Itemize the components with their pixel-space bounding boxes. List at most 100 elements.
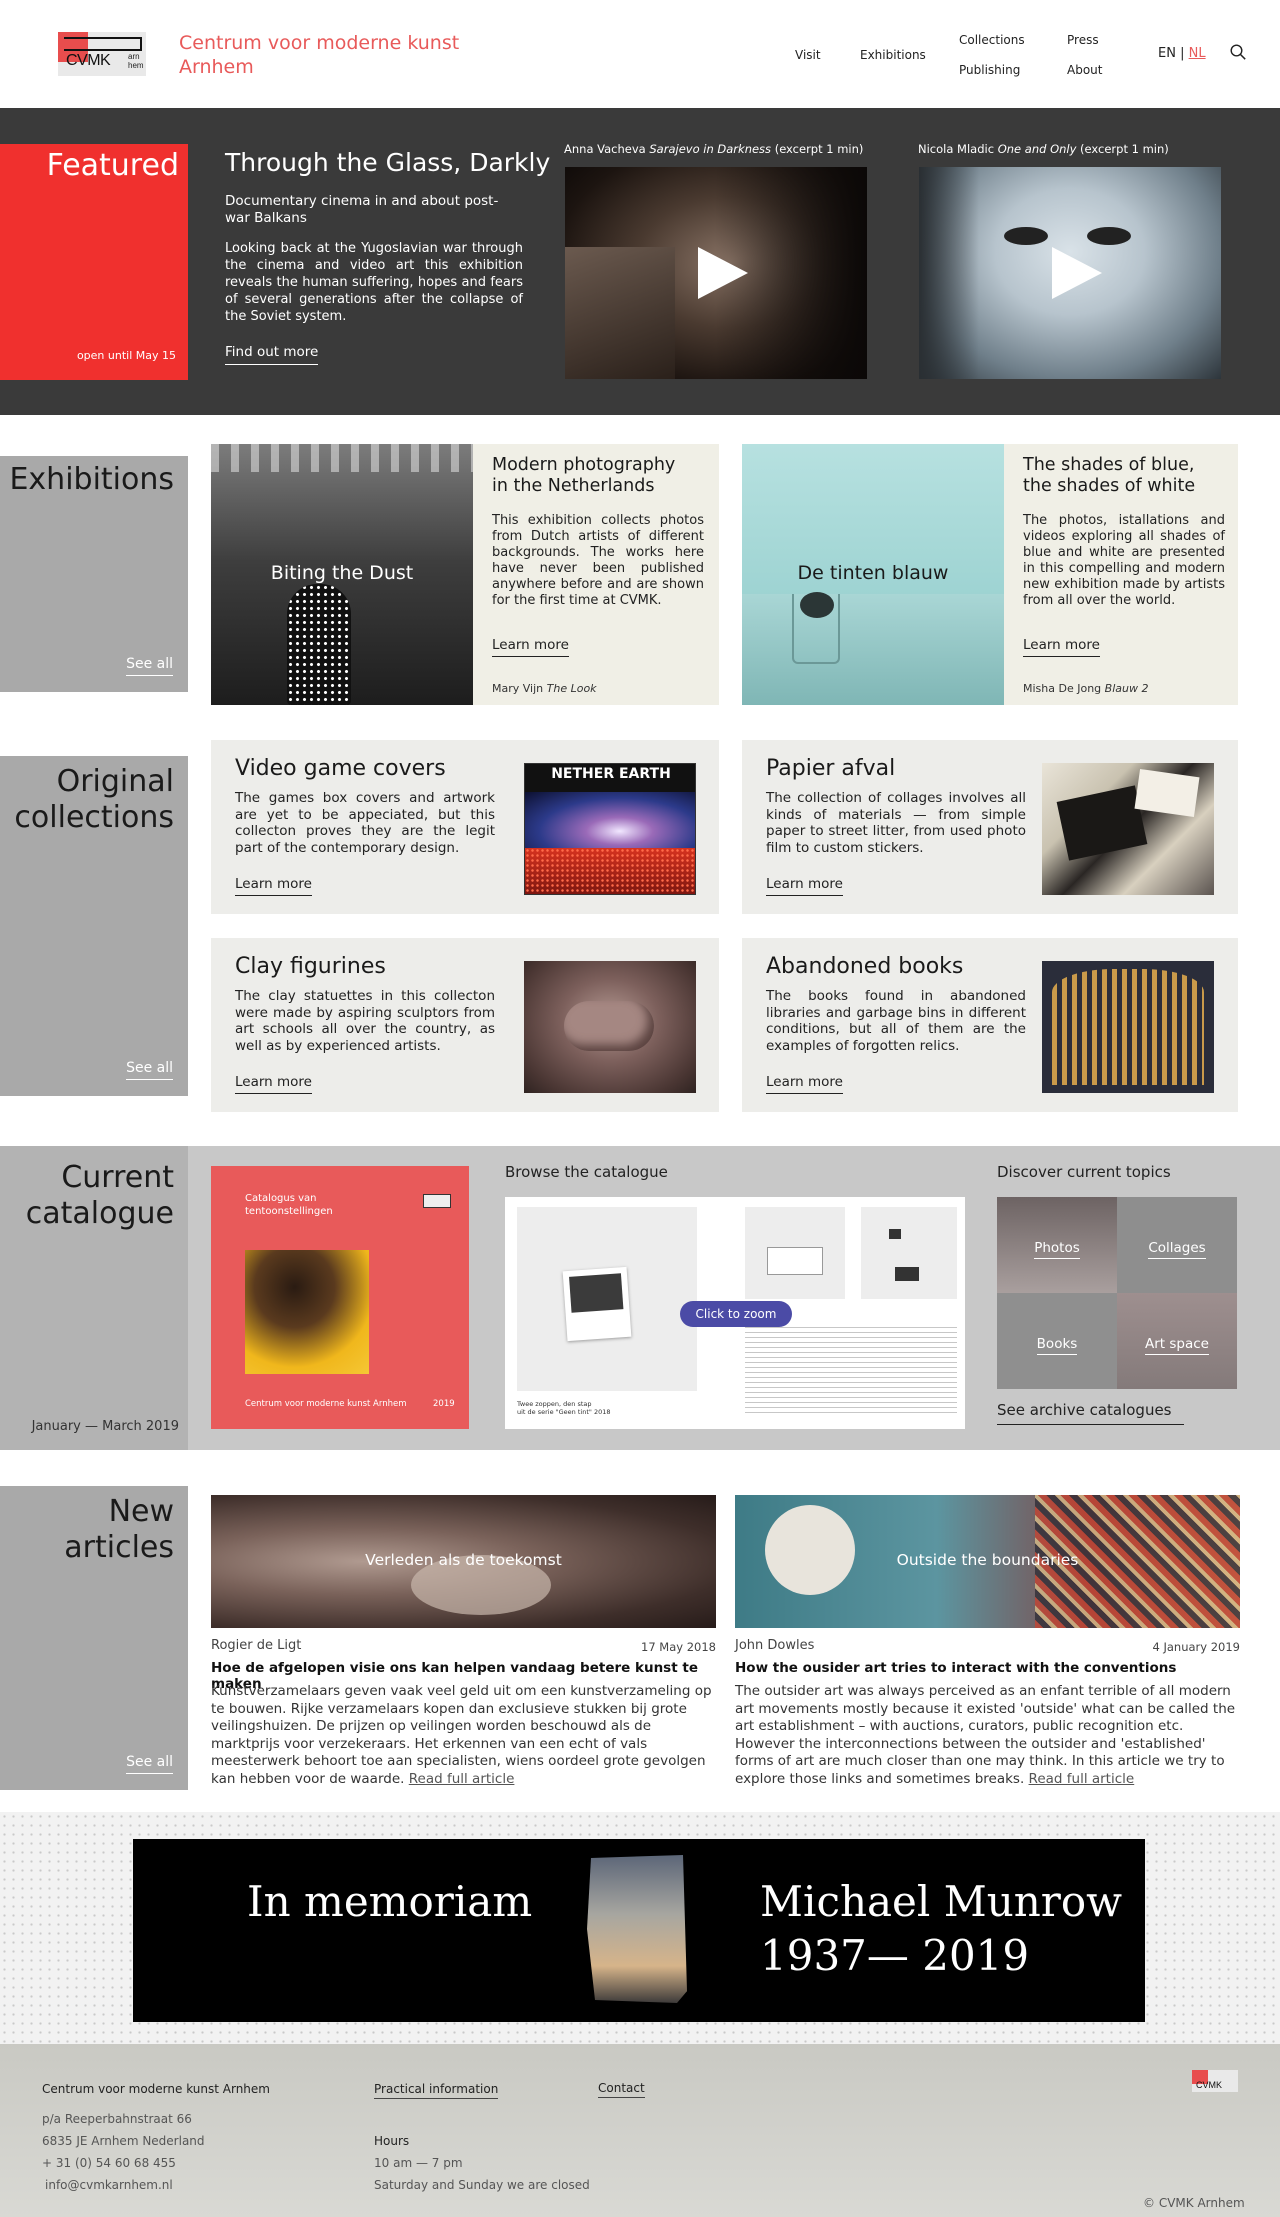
exhibition-image[interactable]: De tinten blauw xyxy=(742,444,1004,705)
collection-image[interactable]: NETHER EARTH xyxy=(524,763,696,895)
cover-title-line: tentoonstellingen xyxy=(245,1206,333,1217)
topic-photos[interactable]: Photos xyxy=(997,1197,1117,1293)
articles-see-all[interactable]: See all xyxy=(126,1754,173,1774)
lang-nl[interactable]: NL xyxy=(1189,46,1206,61)
exhibition-image[interactable]: Biting the Dust xyxy=(211,444,473,705)
video-work-title: Sarajevo in Darkness xyxy=(649,142,772,156)
memoriam-name: Michael Munrow xyxy=(760,1877,1123,1926)
learn-more-link[interactable]: Learn more xyxy=(492,637,569,657)
learn-more-link[interactable]: Learn more xyxy=(766,1074,843,1094)
article-image[interactable]: Outside the boundaries xyxy=(735,1495,1240,1628)
nav-about[interactable]: About xyxy=(1067,63,1102,77)
learn-more-link[interactable]: Learn more xyxy=(235,1074,312,1094)
heading-line: articles xyxy=(64,1530,174,1565)
cvmk-logo[interactable]: CVMK arn hem xyxy=(58,32,146,76)
credit-work: Blauw 2 xyxy=(1104,682,1149,695)
article-image[interactable]: Verleden als de toekomst xyxy=(211,1495,716,1628)
catalogue-heading: Current catalogue xyxy=(26,1160,174,1232)
book-page-right-photo xyxy=(745,1207,845,1299)
heading-line: Current xyxy=(61,1160,174,1195)
video-work-title: One and Only xyxy=(997,142,1077,156)
footer-hours: 10 am — 7 pm xyxy=(374,2156,463,2170)
video-note: (excerpt 1 min) xyxy=(771,142,864,156)
collection-title: Abandoned books xyxy=(766,954,964,979)
logo-frame xyxy=(64,37,142,51)
topic-collages[interactable]: Collages xyxy=(1117,1197,1237,1293)
topic-label: Collages xyxy=(1148,1240,1206,1259)
site-header: CVMK arn hem Centrum voor moderne kunst … xyxy=(0,0,1280,108)
learn-more-link[interactable]: Learn more xyxy=(235,876,312,896)
archive-catalogues-link[interactable]: See archive catalogues xyxy=(997,1401,1184,1425)
catalogue-cover[interactable]: Catalogus van tentoonstellingen Centrum v… xyxy=(211,1166,469,1429)
footer-logo[interactable]: CVMK xyxy=(1192,2070,1238,2092)
footer-practical-info-link[interactable]: Practical information xyxy=(374,2082,499,2099)
video-player-1[interactable] xyxy=(565,167,867,379)
nav-collections[interactable]: Collections xyxy=(959,33,1025,47)
article-author: Rogier de Ligt xyxy=(211,1638,302,1653)
memoriam-years: 1937— 2019 xyxy=(760,1931,1030,1980)
video-player-2[interactable] xyxy=(919,167,1221,379)
topic-label: Photos xyxy=(1034,1240,1080,1259)
logo-text: CVMK xyxy=(66,52,111,69)
collection-image[interactable] xyxy=(524,961,696,1093)
play-icon[interactable] xyxy=(698,247,748,299)
footer-org-name: Centrum voor moderne kunst Arnhem xyxy=(42,2082,270,2096)
cover-year: 2019 xyxy=(433,1399,455,1409)
footer-address-2: 6835 JE Arnhem Nederland xyxy=(42,2134,205,2148)
nav-publishing[interactable]: Publishing xyxy=(959,63,1020,77)
figure-silhouette xyxy=(287,584,351,705)
credit-work: The Look xyxy=(546,682,597,695)
read-full-article-link[interactable]: Read full article xyxy=(1029,1771,1135,1787)
heading-line: collections xyxy=(14,800,174,835)
game-cover-sky xyxy=(525,792,695,848)
read-full-article-link[interactable]: Read full article xyxy=(409,1771,515,1787)
browse-catalogue-label: Browse the catalogue xyxy=(505,1163,668,1181)
book-photo-image xyxy=(569,1273,624,1313)
play-icon[interactable] xyxy=(1052,247,1102,299)
logo-subtext: arn hem xyxy=(128,52,144,70)
click-to-zoom-button[interactable]: Click to zoom xyxy=(680,1301,792,1327)
game-cover-title: NETHER EARTH xyxy=(551,766,671,782)
footer-email[interactable]: info@cvmkarnhem.nl xyxy=(45,2178,173,2192)
catalogue-viewer[interactable]: Twee zoppen, den stap uit de serie "Geen … xyxy=(505,1197,965,1429)
featured-date: open until May 15 xyxy=(76,349,176,362)
learn-more-link[interactable]: Learn more xyxy=(1023,637,1100,657)
memoriam-banner[interactable]: In memoriam Michael Munrow 1937— 2019 xyxy=(133,1839,1145,2022)
nav-press[interactable]: Press xyxy=(1067,33,1099,47)
footer-contact-link[interactable]: Contact xyxy=(598,2081,645,2098)
learn-more-link[interactable]: Learn more xyxy=(766,876,843,896)
footer-phone[interactable]: + 31 (0) 54 60 68 455 xyxy=(42,2156,176,2170)
exhibition-card: De tinten blauw The shades of blue, the s… xyxy=(742,444,1238,705)
article-author: John Dowles xyxy=(735,1638,815,1653)
book-caption-line: uit de serie "Geen tint" 2018 xyxy=(517,1408,611,1416)
featured-title: Through the Glass, Darkly xyxy=(225,148,551,177)
exhibition-image-label: Biting the Dust xyxy=(270,562,414,584)
nav-visit[interactable]: Visit xyxy=(795,48,821,62)
topic-art-space[interactable]: Art space xyxy=(1117,1293,1237,1389)
article-date: 17 May 2018 xyxy=(641,1640,716,1654)
collection-image[interactable] xyxy=(1042,763,1214,895)
brand-name[interactable]: Centrum voor moderne kunst Arnhem xyxy=(179,31,459,79)
article-title[interactable]: How the ousider art tries to interact wi… xyxy=(735,1660,1176,1676)
search-icon[interactable] xyxy=(1230,44,1246,60)
cover-title-line: Catalogus van xyxy=(245,1193,317,1204)
find-out-more-link[interactable]: Find out more xyxy=(225,344,319,365)
discover-topics-label: Discover current topics xyxy=(997,1163,1171,1181)
bunting-decoration xyxy=(211,444,473,472)
nav-exhibitions[interactable]: Exhibitions xyxy=(860,48,926,62)
exhibition-description: This exhibition collects photos from Dut… xyxy=(492,513,704,608)
lang-en[interactable]: EN xyxy=(1158,46,1176,61)
credit-artist: Misha De Jong xyxy=(1023,682,1105,695)
book-photo xyxy=(562,1266,632,1342)
featured-description: Looking back at the Yugoslavian war thro… xyxy=(225,241,523,324)
exhibitions-heading: Exhibitions xyxy=(9,462,174,497)
exhibitions-see-all[interactable]: See all xyxy=(126,656,173,676)
book-thumb xyxy=(889,1229,901,1239)
collection-image[interactable] xyxy=(1042,961,1214,1093)
article-excerpt: The outsider art was always perceived as… xyxy=(735,1683,1240,1788)
collections-see-all[interactable]: See all xyxy=(126,1060,173,1080)
footer-logo-text: CVMK xyxy=(1196,2080,1223,2090)
table-surface xyxy=(742,594,1004,705)
video-artist: Anna Vacheva xyxy=(564,142,650,156)
topic-books[interactable]: Books xyxy=(997,1293,1117,1389)
